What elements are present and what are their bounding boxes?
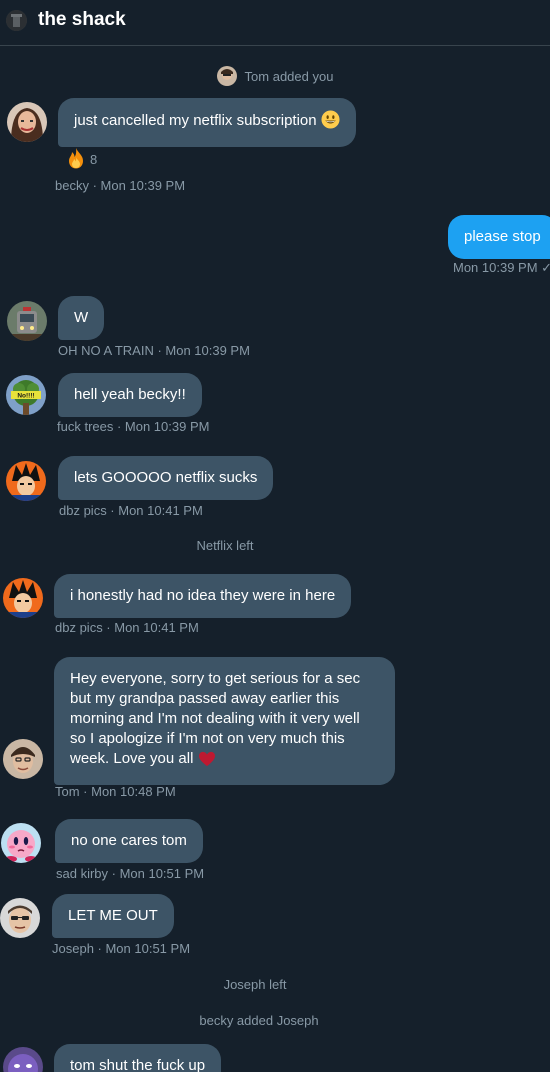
- avatar-becky[interactable]: [7, 102, 47, 142]
- message-text: LET ME OUT: [68, 907, 158, 924]
- message-bubble[interactable]: no one cares tom: [55, 819, 203, 863]
- message-meta: sad kirby · Mon 10:51 PM: [56, 866, 205, 881]
- message-text: no one cares tom: [71, 832, 187, 849]
- message-meta: Mon 10:39 PM ✓: [453, 260, 550, 275]
- avatar-dbz-pics[interactable]: [6, 461, 46, 501]
- message-bubble[interactable]: LET ME OUT: [52, 894, 174, 938]
- message-meta: fuck trees · Mon 10:39 PM: [57, 419, 210, 434]
- avatar-oh-no-a-train[interactable]: [7, 301, 47, 341]
- message-bubble[interactable]: tom shut the fuck up: [54, 1044, 222, 1072]
- avatar-caption: No!!!!: [17, 393, 34, 400]
- tom-mini-avatar: [216, 66, 237, 86]
- event-text: Tom added you: [244, 69, 334, 84]
- event-becky-added-joseph: becky added Joseph: [199, 1013, 319, 1028]
- message-bubble[interactable]: just cancelled my netflix subscription: [58, 98, 356, 147]
- reaction-badge[interactable]: 8: [64, 146, 97, 173]
- message-bubble[interactable]: lets GOOOOO netflix sucks: [58, 456, 274, 500]
- message-text: lets GOOOOO netflix sucks: [74, 469, 258, 486]
- message-meta: becky · Mon 10:39 PM: [55, 178, 186, 193]
- reaction-count: 8: [90, 152, 98, 167]
- message-text: hell yeah becky!!: [74, 386, 186, 403]
- message-bubble[interactable]: hell yeah becky!!: [58, 373, 202, 417]
- fire-icon: [64, 146, 88, 173]
- own-message-bubble[interactable]: please stop: [448, 215, 550, 259]
- message-bubble[interactable]: W: [58, 296, 105, 340]
- message-text: W: [74, 309, 89, 326]
- message-bubble[interactable]: Hey everyone, sorry to get serious for a…: [54, 657, 395, 785]
- message-meta: OH NO A TRAIN · Mon 10:39 PM: [58, 343, 250, 358]
- message-text: i honestly had no idea they were in here: [70, 587, 336, 604]
- event-netflix-left: Netflix left: [196, 538, 254, 553]
- message-text: tom shut the fuck up: [70, 1057, 206, 1072]
- avatar-fuck-trees[interactable]: No!!!!: [6, 375, 46, 415]
- avatar-sad-kirby[interactable]: [1, 823, 41, 863]
- message-text: just cancelled my netflix subscription: [74, 112, 317, 129]
- message-meta: dbz pics · Mon 10:41 PM: [59, 503, 203, 518]
- message-meta: Joseph · Mon 10:51 PM: [52, 941, 191, 956]
- grinning-face-icon: [321, 110, 340, 135]
- message-text: please stop: [464, 228, 541, 245]
- avatar-joseph[interactable]: [0, 898, 40, 938]
- avatar-dbz-pics[interactable]: [3, 578, 43, 618]
- conversation-header: the shack: [0, 0, 550, 46]
- red-heart-icon: [198, 751, 216, 773]
- avatar-tom[interactable]: [3, 739, 43, 779]
- event-tom-added: Tom added you: [0, 66, 550, 86]
- group-avatar[interactable]: [6, 10, 27, 31]
- event-joseph-left: Joseph left: [223, 977, 287, 992]
- avatar-sender[interactable]: [3, 1047, 43, 1072]
- message-meta: Tom · Mon 10:48 PM: [55, 784, 176, 799]
- message-meta: dbz pics · Mon 10:41 PM: [55, 620, 199, 635]
- conversation-title[interactable]: the shack: [38, 9, 126, 31]
- message-bubble[interactable]: i honestly had no idea they were in here: [54, 574, 352, 618]
